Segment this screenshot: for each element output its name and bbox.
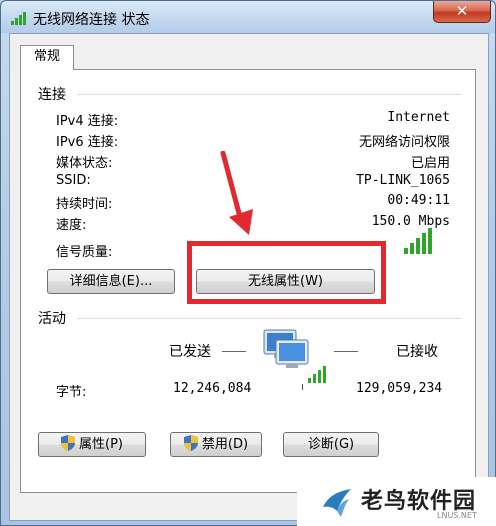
status-window: 无线网络连接 状态 ✕ 常规 连接 IPv4 连接: Internet IPv6…: [0, 0, 496, 526]
ssid-value: TP-LINK_1065: [356, 173, 450, 188]
ipv4-value: Internet: [387, 110, 450, 125]
close-button[interactable]: ✕: [433, 1, 491, 23]
received-label: 已接收: [396, 344, 438, 360]
signal-bars-icon: [11, 12, 26, 25]
watermark: 老鸟软件园 LNUS.NET: [297, 477, 496, 526]
signal-quality-label: 信号质量:: [56, 245, 113, 260]
connection-divider: [77, 94, 461, 95]
disable-button[interactable]: 禁用(D): [170, 432, 262, 457]
ssid-label: SSID:: [56, 173, 91, 188]
sent-dash: [222, 351, 246, 352]
signal-strength-icon: [404, 228, 432, 254]
activity-group-title: 活动: [38, 311, 66, 327]
sent-label: 已发送: [169, 344, 211, 360]
window-title: 无线网络连接 状态: [33, 12, 150, 28]
disable-button-label: 禁用(D): [201, 437, 249, 452]
uac-shield-icon: [61, 435, 75, 451]
activity-divider: [77, 318, 461, 319]
bytes-sent-value: 12,246,084: [173, 381, 252, 396]
network-computers-icon: [263, 329, 326, 390]
ipv6-value: 无网络访问权限: [358, 135, 450, 150]
ipv6-label: IPv6 连接:: [56, 135, 119, 150]
properties-button-label: 属性(P): [79, 437, 123, 452]
speed-value: 150.0 Mbps: [371, 214, 450, 229]
watermark-subtext: LNUS.NET: [437, 511, 477, 520]
red-arrow-icon: [220, 151, 253, 235]
media-state-label: 媒体状态:: [56, 156, 113, 171]
received-dash: [334, 351, 358, 352]
details-button[interactable]: 详细信息(E)...: [47, 269, 175, 294]
diagnose-button[interactable]: 诊断(G): [283, 432, 379, 457]
tab-general[interactable]: 常规: [20, 45, 74, 70]
connection-group-title: 连接: [38, 87, 66, 103]
properties-button[interactable]: 属性(P): [38, 432, 146, 457]
bird-logo-icon: [323, 489, 351, 517]
uac-shield-icon: [183, 435, 198, 451]
duration-label: 持续时间:: [56, 197, 113, 212]
duration-value: 00:49:11: [387, 193, 450, 208]
media-state-value: 已启用: [410, 156, 450, 171]
ipv4-label: IPv4 连接:: [56, 114, 119, 129]
speed-label: 速度:: [56, 218, 87, 233]
title-bar[interactable]: 无线网络连接 状态 ✕: [1, 1, 495, 33]
highlight-box: [187, 241, 386, 304]
bytes-label: 字节:: [56, 385, 87, 400]
bytes-received-value: 129,059,234: [356, 381, 443, 396]
